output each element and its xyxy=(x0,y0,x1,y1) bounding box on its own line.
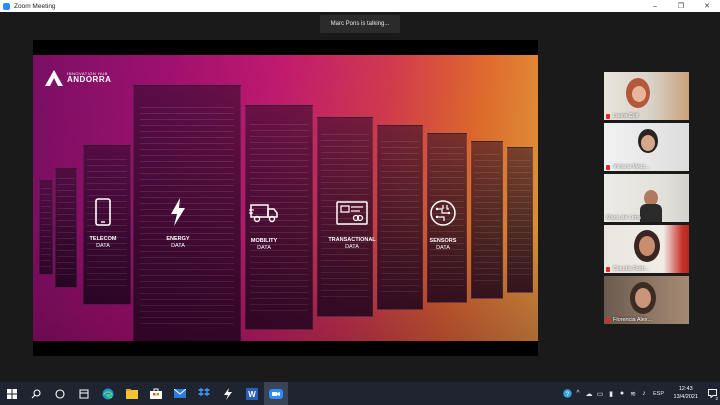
dropbox-icon[interactable] xyxy=(192,382,216,405)
clock[interactable]: 12:43 13/4/2021 xyxy=(674,386,698,400)
taskbar: W ? ^ ☁ ▭ ▮ ● ≋ ♪ ESP 12:43 13/4/2021 2 xyxy=(0,382,720,405)
category-sublabel: DATA xyxy=(436,245,450,251)
maximize-button[interactable]: ❐ xyxy=(668,0,694,12)
participant-name: Maria de Lima xyxy=(606,215,641,221)
participant-name: Claudia Roth... xyxy=(613,266,650,272)
windows-start-icon[interactable] xyxy=(0,382,24,405)
store-icon[interactable] xyxy=(144,382,168,405)
wifi-icon[interactable]: ≋ xyxy=(628,382,639,405)
category-label: SENSORS xyxy=(429,238,457,244)
window-controls: – ❐ ✕ xyxy=(642,0,720,12)
search-icon[interactable] xyxy=(24,382,48,405)
title-bar: Zoom Meeting – ❐ ✕ xyxy=(0,0,720,12)
participant-name: Viviana Mezz... xyxy=(613,164,651,170)
category-sublabel: DATA xyxy=(96,243,110,249)
word-icon[interactable]: W xyxy=(240,382,264,405)
task-view-icon[interactable] xyxy=(48,382,72,405)
card-icon xyxy=(336,201,368,225)
mic-muted-icon xyxy=(606,266,610,272)
notification-count: 2 xyxy=(715,396,718,401)
category-label: ENERGY xyxy=(166,236,190,242)
truck-icon xyxy=(249,204,278,223)
category-transactional: TRANSACTIONAL DATA xyxy=(317,201,387,250)
shared-screen[interactable]: INNOVATION HUB ANDORRA TELECOM DATA ENER… xyxy=(33,40,538,356)
zoom-icon[interactable] xyxy=(264,382,288,405)
category-label: MOBILITY xyxy=(250,238,278,244)
participant-video-tile[interactable]: Claudia Roth... xyxy=(604,225,689,273)
edge-icon[interactable] xyxy=(96,382,120,405)
chip-icon xyxy=(430,200,456,226)
zoom-logo-icon xyxy=(3,2,10,10)
microphone-icon[interactable]: ● xyxy=(617,382,628,405)
system-tray: ? ^ ☁ ▭ ▮ ● ≋ ♪ ESP 12:43 13/4/2021 2 xyxy=(562,382,720,405)
close-button[interactable]: ✕ xyxy=(694,0,720,12)
category-sublabel: DATA xyxy=(345,244,359,250)
file-explorer-icon[interactable] xyxy=(120,382,144,405)
category-sublabel: DATA xyxy=(171,243,185,249)
category-sublabel: DATA xyxy=(257,245,271,251)
participant-video-tile[interactable]: Laura Coll xyxy=(604,72,689,120)
network-icon[interactable]: ▭ xyxy=(595,382,606,405)
category-sensors: SENSORS DATA xyxy=(408,200,478,251)
innovation-hub-logo: INNOVATION HUB ANDORRA xyxy=(45,70,111,86)
category-mobility: MOBILITY DATA xyxy=(229,202,299,251)
andorra-logo-icon xyxy=(45,70,63,86)
participant-name: Florencia Alex... xyxy=(613,317,653,323)
participant-name: Laura Coll xyxy=(613,113,639,119)
category-telecom: TELECOM DATA xyxy=(68,198,138,249)
battery-icon[interactable]: ▮ xyxy=(606,382,617,405)
active-speaker-banner: Marc Pons is talking... xyxy=(320,15,400,33)
participant-video-tile[interactable]: Viviana Mezz... xyxy=(604,123,689,171)
cursor-app-icon[interactable] xyxy=(216,382,240,405)
notification-center-icon[interactable]: 2 xyxy=(704,382,720,405)
mic-muted-icon xyxy=(606,164,610,170)
mail-icon[interactable] xyxy=(168,382,192,405)
volume-icon[interactable]: ♪ xyxy=(639,382,650,405)
cloud-icon[interactable]: ☁ xyxy=(584,382,595,405)
help-icon[interactable]: ? xyxy=(562,382,573,405)
svg-text:W: W xyxy=(248,390,256,399)
widgets-icon[interactable] xyxy=(72,382,96,405)
zoom-window: Zoom Meeting – ❐ ✕ Marc Pons is talking.… xyxy=(0,0,720,405)
clock-date: 13/4/2021 xyxy=(673,393,698,400)
category-label: TELECOM xyxy=(89,236,117,242)
clock-time: 12:43 xyxy=(678,386,693,393)
participant-video-tile[interactable]: Maria de Lima xyxy=(604,174,689,222)
language-indicator[interactable]: ESP xyxy=(650,382,668,405)
lightning-icon xyxy=(171,198,185,226)
smartphone-icon xyxy=(95,198,111,226)
minimize-button[interactable]: – xyxy=(642,0,668,12)
mic-muted-icon xyxy=(606,317,610,323)
logo-title: ANDORRA xyxy=(67,75,112,84)
chevron-up-icon[interactable]: ^ xyxy=(573,382,584,405)
window-title: Zoom Meeting xyxy=(14,2,56,10)
category-energy: ENERGY DATA xyxy=(143,198,213,249)
participant-video-tile[interactable]: Florencia Alex... xyxy=(604,276,689,324)
presentation-slide: INNOVATION HUB ANDORRA TELECOM DATA ENER… xyxy=(33,55,538,341)
category-label: TRANSACTIONAL xyxy=(328,237,376,243)
mic-muted-icon xyxy=(606,113,610,119)
